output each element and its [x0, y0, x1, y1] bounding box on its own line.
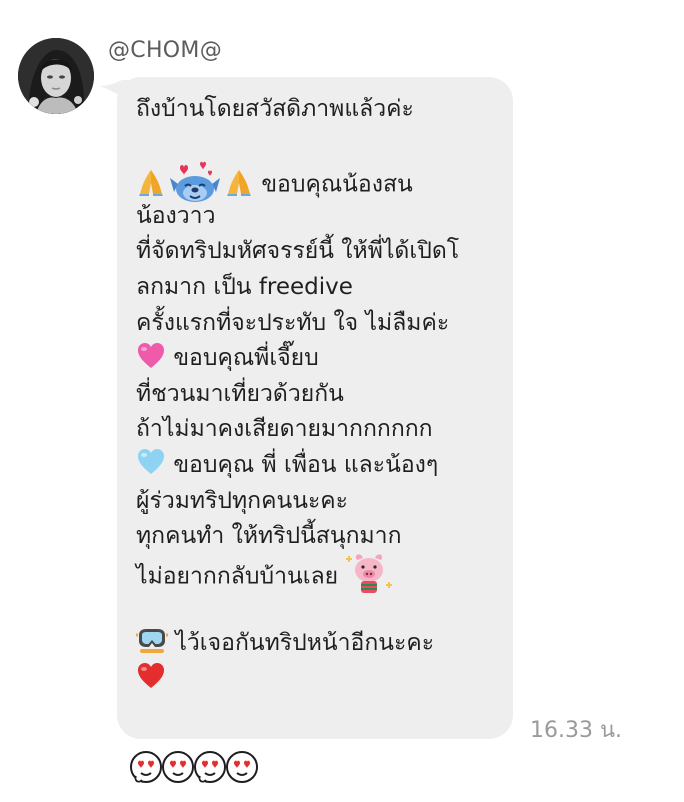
message-line-text: ที่จัดทริปมหัศจรรย์นี้ ให้พี่ได้เปิดโ [136, 238, 460, 265]
red-heart-emoji [136, 662, 166, 690]
heart-eyes-face-icon [226, 751, 258, 783]
message-line: ที่ชวนมาเที่ยวด้วยกัน [136, 377, 508, 413]
light-blue-heart-emoji [136, 448, 166, 476]
message-line-blank [136, 590, 508, 626]
message-text: ถึงบ้านโดยสวัสดิภาพแล้วค่ะ ขอบคุณน้องสน … [136, 92, 508, 697]
message-line-text: ลกมาก เป็น freedive [136, 273, 353, 300]
diving-mask-emoji [136, 625, 168, 655]
message-line-text: ถึงบ้านโดยสวัสดิภาพแล้วค่ะ [136, 96, 414, 122]
message-line-text: ที่ชวนมาเที่ยวด้วยกัน [136, 380, 344, 407]
message-timestamp: 16.33 น. [530, 718, 623, 743]
message-line: ถึงบ้านโดยสวัสดิภาพแล้วค่ะ [136, 92, 508, 128]
heart-eyes-stickers[interactable] [128, 746, 268, 788]
message-line: ถ้าไม่มาคงเสียดายมากกกกกก [136, 412, 508, 448]
message-line [136, 662, 508, 698]
message-line: ไว้เจอกันทริปหน้าอีกนะคะ [136, 626, 508, 662]
message-line: ผู้ร่วมทริปทุกคนนะคะ [136, 484, 508, 520]
message-line-text: ผู้ร่วมทริปทุกคนนะคะ [136, 487, 349, 514]
heart-eyes-face-icon [130, 751, 162, 783]
message-line: ทุกคนทำ ให้ทริปนี้สนุกมาก [136, 519, 508, 555]
pink-heart-emoji [136, 342, 166, 370]
message-line-text: ทุกคนทำ ให้ทริปนี้สนุกมาก [136, 523, 402, 550]
stitch-hearts-sticker [166, 160, 224, 204]
message-line-text: ขอบคุณ พี่ เพื่อน และน้องๆ [173, 451, 439, 478]
message-line-text: น้องวาว [136, 202, 216, 229]
message-line: ขอบคุณ พี่ เพื่อน และน้องๆ [136, 448, 508, 484]
heart-eyes-face-icon [162, 751, 194, 783]
message-line: ขอบคุณน้องสน [136, 161, 508, 203]
folded-hands-emoji [136, 167, 166, 197]
message-line: ครั้งแรกที่จะประทับ ใจ ไม่ลืมค่ะ [136, 306, 508, 342]
message-line-text: ไม่อยากกลับบ้านเลย [136, 563, 339, 590]
message-line: ไม่อยากกลับบ้านเลย [136, 554, 508, 593]
message-line: ที่จัดทริปมหัศจรรย์นี้ ให้พี่ได้เปิดโ [136, 234, 508, 270]
message-line: ลกมาก เป็น freedive [136, 270, 508, 306]
piglet-sticker [345, 552, 393, 596]
chat-screen: @CHOM@ ถึงบ้านโดยสวัสดิภาพแล้วค่ะ ขอบคุณ… [0, 0, 684, 802]
message-line-text: ครั้งแรกที่จะประทับ ใจ ไม่ลืมค่ะ [136, 309, 450, 336]
message-line-text: ไว้เจอกันทริปหน้าอีกนะคะ [175, 629, 435, 656]
message-line-text: ขอบคุณน้องสน [261, 171, 413, 198]
sender-avatar[interactable] [18, 38, 94, 114]
message-line: ขอบคุณพี่เจี๊ยบ [136, 341, 508, 377]
message-line-blank [136, 128, 508, 164]
folded-hands-emoji [224, 167, 254, 197]
heart-eyes-face-icon [194, 751, 226, 783]
message-line-text: ขอบคุณพี่เจี๊ยบ [173, 345, 319, 372]
message-line-text: ถ้าไม่มาคงเสียดายมากกกกกก [136, 416, 433, 443]
sender-name: @CHOM@ [108, 38, 223, 63]
